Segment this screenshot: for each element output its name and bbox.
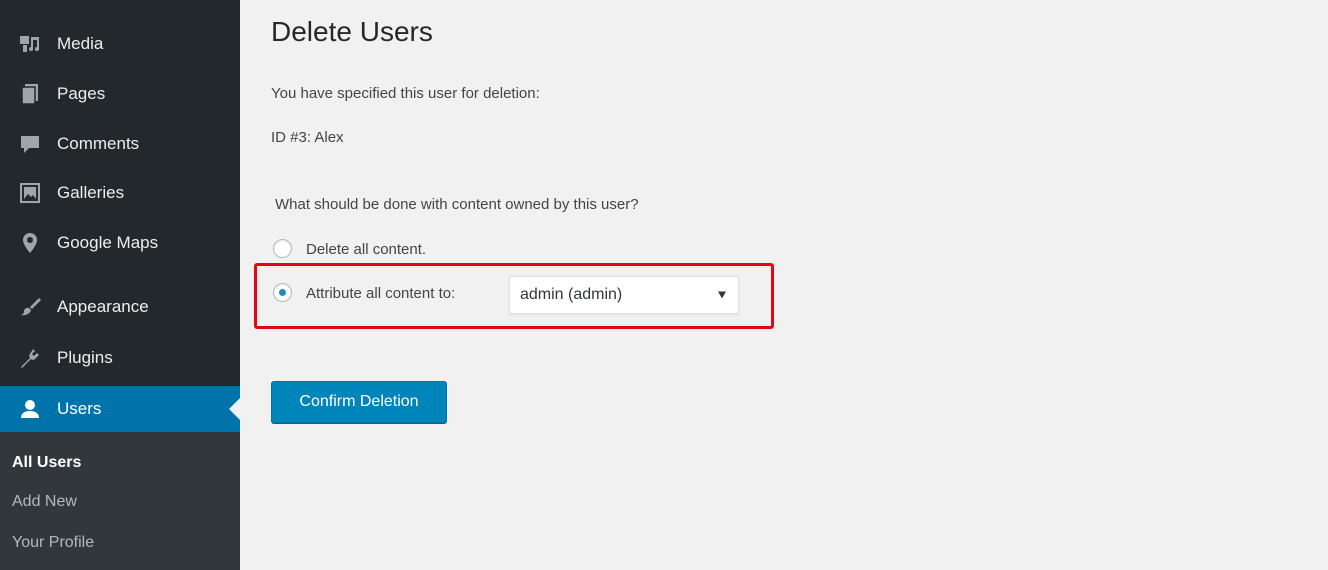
attribute-content-label[interactable]: Attribute all content to: xyxy=(306,285,455,302)
comments-icon xyxy=(18,132,42,156)
page-title: Delete Users xyxy=(271,16,433,47)
sidebar-item-label: Comments xyxy=(57,134,140,153)
sidebar-item-comments[interactable]: Comments xyxy=(0,122,240,166)
submenu-item-your-profile[interactable]: Your Profile xyxy=(12,534,94,552)
sidebar-item-plugins[interactable]: Plugins xyxy=(0,336,240,380)
sidebar-item-label: Appearance xyxy=(57,297,149,316)
chevron-down-icon xyxy=(718,291,726,299)
users-submenu: All Users Add New Your Profile xyxy=(0,432,240,570)
user-id-line: ID #3: Alex xyxy=(271,129,344,146)
delete-content-label[interactable]: Delete all content. xyxy=(306,241,426,258)
delete-content-radio[interactable] xyxy=(273,239,292,258)
user-icon xyxy=(18,397,42,421)
deletion-intro-text: You have specified this user for deletio… xyxy=(271,85,540,102)
media-icon xyxy=(18,32,42,56)
attribute-content-radio[interactable] xyxy=(273,283,292,302)
attribute-user-select[interactable]: admin (admin) xyxy=(509,276,739,314)
sidebar-item-galleries[interactable]: Galleries xyxy=(0,171,240,215)
content-question: What should be done with content owned b… xyxy=(275,196,639,213)
submenu-item-add-new[interactable]: Add New xyxy=(12,493,77,511)
sidebar-item-label: Google Maps xyxy=(57,233,159,252)
pages-icon xyxy=(18,82,42,106)
galleries-icon xyxy=(18,181,42,205)
active-indicator-arrow xyxy=(229,398,240,420)
admin-sidebar: Media Pages Comments Galleries Google Ma… xyxy=(0,0,240,570)
attribute-user-select-value: admin (admin) xyxy=(520,286,623,303)
plugin-icon xyxy=(18,346,42,370)
sidebar-item-google-maps[interactable]: Google Maps xyxy=(0,221,240,265)
sidebar-item-label: Plugins xyxy=(57,348,113,367)
sidebar-item-label: Users xyxy=(57,399,102,418)
confirm-deletion-button[interactable]: Confirm Deletion xyxy=(271,381,447,423)
main-content: Delete Users You have specified this use… xyxy=(240,0,1328,570)
sidebar-item-users[interactable]: Users xyxy=(0,386,240,432)
sidebar-item-label: Pages xyxy=(57,84,106,103)
sidebar-item-label: Galleries xyxy=(57,183,125,202)
map-pin-icon xyxy=(18,231,42,255)
sidebar-item-pages[interactable]: Pages xyxy=(0,72,240,116)
sidebar-item-media[interactable]: Media xyxy=(0,22,240,66)
sidebar-item-appearance[interactable]: Appearance xyxy=(0,285,240,329)
sidebar-item-label: Media xyxy=(57,34,104,53)
submenu-item-all-users[interactable]: All Users xyxy=(12,454,81,472)
paintbrush-icon xyxy=(18,295,42,319)
